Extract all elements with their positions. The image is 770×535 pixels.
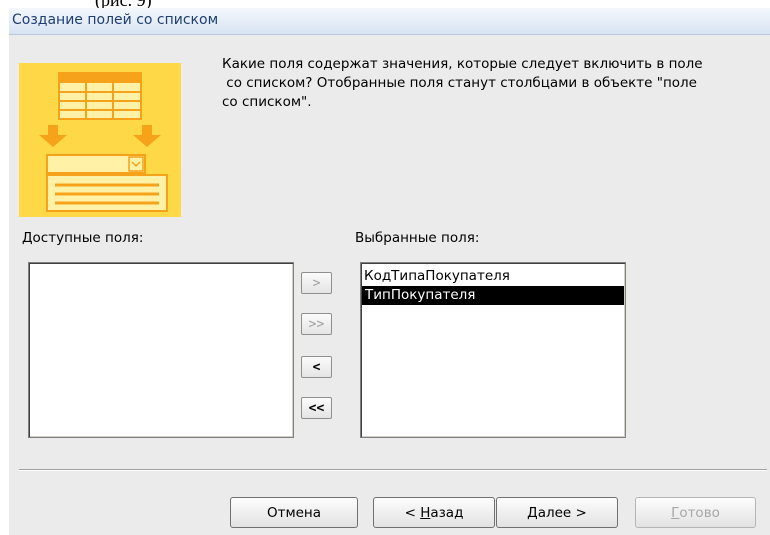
selected-fields-list[interactable]: КодТипаПокупателя ТипПокупателя <box>360 262 626 438</box>
wizard-dialog: Создание полей со списком Какие поля сод… <box>9 8 770 535</box>
back-button-prefix: < <box>404 504 421 521</box>
selected-fields-label: Выбранные поля: <box>355 230 480 246</box>
cancel-button[interactable]: Отмена <box>230 497 358 528</box>
next-button-mnemonic: Д <box>527 504 538 521</box>
finish-button-mnemonic: Г <box>671 504 680 521</box>
back-button[interactable]: < Назад <box>373 497 495 528</box>
available-fields-label: Доступные поля: <box>22 230 144 246</box>
window-title: Создание полей со списком <box>12 12 219 28</box>
list-item-tippokupatelya[interactable]: ТипПокупателя <box>362 286 624 305</box>
top-strip: (рис. 9) <box>0 0 770 10</box>
next-button[interactable]: Далее > <box>496 497 618 528</box>
instructions-line-3: со списком". <box>222 94 312 110</box>
list-item-kodtipapokupatelya[interactable]: КодТипаПокупателя <box>361 267 625 286</box>
back-button-rest: азад <box>430 504 464 521</box>
instructions-line-1: Какие поля содержат значения, которые сл… <box>222 56 703 72</box>
finish-button[interactable]: Готово <box>635 497 756 528</box>
add-field-button[interactable]: > <box>301 272 332 294</box>
available-fields-list[interactable] <box>28 262 294 438</box>
next-button-rest: алее > <box>537 504 587 521</box>
back-button-mnemonic: Н <box>420 504 431 521</box>
add-all-fields-button[interactable]: >> <box>301 313 332 335</box>
finish-button-rest: отово <box>679 504 720 521</box>
title-bar: Создание полей со списком <box>9 8 770 35</box>
remove-field-button[interactable]: < <box>301 356 332 378</box>
instructions-line-2: со списком? Отобранные поля станут столб… <box>222 75 697 91</box>
separator-line <box>19 469 767 471</box>
remove-all-fields-button[interactable]: << <box>301 397 332 419</box>
table-to-combobox-wizard-icon <box>19 63 181 217</box>
instructions-text: Какие поля содержат значения, которые сл… <box>222 55 762 112</box>
